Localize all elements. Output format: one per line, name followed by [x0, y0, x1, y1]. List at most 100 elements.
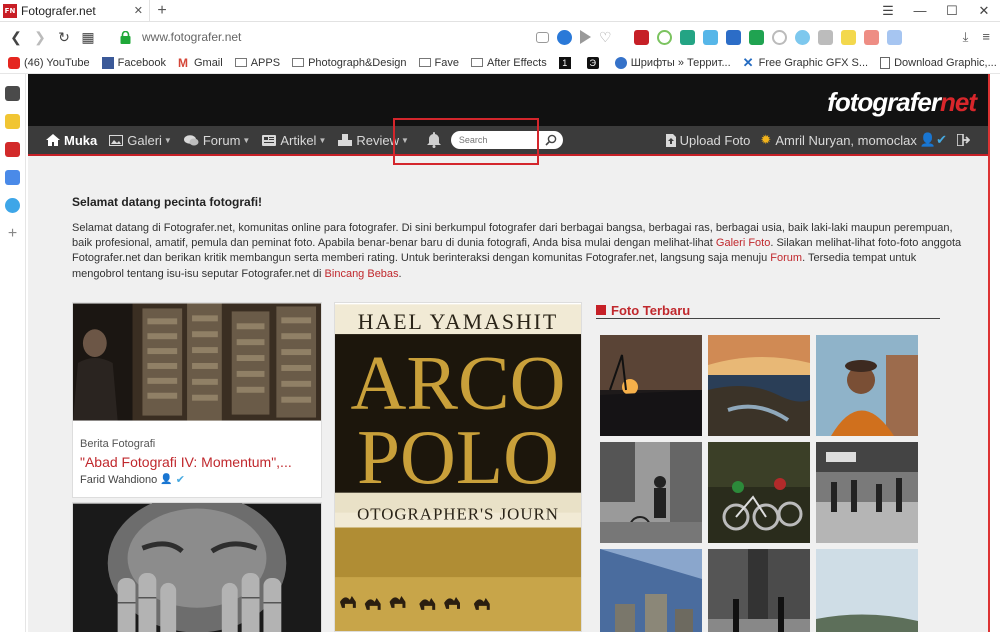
nav-galeri[interactable]: Galeri ▼: [109, 133, 172, 148]
article-photo: [73, 303, 321, 421]
photo-thumbnail[interactable]: [600, 549, 702, 632]
extension-grid-icon[interactable]: [703, 29, 718, 45]
bookmark-folder-aftereffects[interactable]: After Effects: [471, 57, 547, 69]
bookmark-gmail[interactable]: M Gmail: [178, 57, 223, 69]
notes-icon[interactable]: [5, 114, 20, 129]
browser-sidebar: +: [0, 74, 26, 632]
nav-forum[interactable]: Forum ▼: [183, 133, 251, 148]
extension-download-icon[interactable]: [726, 29, 741, 45]
lock-icon: [118, 30, 132, 44]
close-window-icon[interactable]: ✕: [968, 3, 1000, 19]
translate-icon[interactable]: [5, 170, 20, 185]
bookmark-folder-photodesign[interactable]: Photograph&Design: [292, 57, 407, 69]
photo-thumbnail[interactable]: [708, 442, 810, 543]
folder-icon: [418, 58, 431, 67]
extension-speed-icon[interactable]: [772, 29, 787, 45]
portrait-woman-photo: [816, 335, 918, 436]
extension-note-icon[interactable]: [841, 29, 856, 45]
chevron-down-icon: ▼: [242, 135, 251, 145]
bicycles-photo: [708, 442, 810, 543]
featured-book-card[interactable]: HAEL YAMASHIT ARCO POLO OTOGRAPHER'S JOU…: [334, 302, 582, 632]
settings-sliders-icon[interactable]: ≡: [982, 29, 990, 45]
new-tab-button[interactable]: +: [150, 0, 174, 21]
extension-teal-icon[interactable]: [680, 29, 695, 45]
bookmark-1[interactable]: 1: [558, 56, 575, 69]
bookmark-youtube[interactable]: (46) YouTube: [8, 56, 90, 69]
nav-user-area: Upload Foto ✹ Amril Nuryan, momoclax 👤 ✔: [665, 132, 988, 148]
twitter-icon[interactable]: [5, 198, 20, 213]
photo-thumbnail[interactable]: [600, 442, 702, 543]
instagram-icon[interactable]: [5, 86, 20, 101]
photo-thumbnail[interactable]: [816, 549, 918, 632]
galeri-foto-link[interactable]: Galeri Foto: [716, 237, 770, 249]
extensions-bar: ♡: [536, 29, 902, 45]
address-right-tools: ⤓ ≡: [963, 29, 1000, 45]
maximize-icon[interactable]: ☐: [936, 3, 968, 19]
extension-youtube-icon[interactable]: [864, 29, 879, 45]
forum-link[interactable]: Forum: [770, 252, 802, 264]
checkmark-icon: ✔: [936, 132, 947, 147]
cross-icon: ✕: [742, 54, 754, 70]
search-box: [450, 131, 563, 149]
bincang-bebas-link[interactable]: Bincang Bebas: [325, 268, 399, 280]
bookmark-folder-fave[interactable]: Fave: [418, 57, 459, 69]
home-icon: [46, 134, 60, 146]
url-field[interactable]: www.fotografer.net: [142, 30, 522, 44]
nav-artikel[interactable]: Artikel ▼: [262, 133, 326, 148]
nav-home[interactable]: Muka: [46, 133, 97, 148]
bookmark-e[interactable]: Э: [586, 56, 603, 69]
sunset-tree-photo: [600, 335, 702, 436]
reload-icon[interactable]: ↻: [52, 29, 76, 46]
minimize-icon[interactable]: —: [904, 3, 936, 18]
bookmark-facebook[interactable]: Facebook: [101, 56, 166, 69]
tab-title: Fotografer.net: [21, 3, 96, 18]
camera-icon[interactable]: [536, 31, 549, 43]
chevron-down-icon: ▼: [401, 135, 409, 145]
article-card-2[interactable]: [72, 502, 322, 632]
back-icon[interactable]: ❮: [4, 29, 28, 46]
download-icon[interactable]: ⤓: [963, 29, 969, 45]
bookmark-fonts[interactable]: Шрифты » Террит...: [614, 56, 731, 69]
site-favicon: FN: [3, 3, 17, 18]
photo-thumbnail[interactable]: [600, 335, 702, 436]
site-one-icon: 1: [558, 56, 571, 69]
logout-icon[interactable]: [957, 134, 974, 146]
heart-icon[interactable]: ♡: [599, 30, 614, 45]
extension-red-icon[interactable]: [634, 29, 649, 45]
forward-icon[interactable]: ❯: [28, 29, 52, 46]
shield-icon[interactable]: [557, 29, 572, 45]
photo-thumbnail[interactable]: [816, 442, 918, 543]
bookmark-downloadgraphic[interactable]: Download Graphic,...: [880, 56, 997, 69]
extension-green-icon[interactable]: [749, 29, 764, 45]
user-menu[interactable]: ✹ Amril Nuryan, momoclax 👤 ✔: [760, 132, 947, 148]
folder-icon: [292, 58, 305, 67]
tiles-icon[interactable]: ▦: [76, 29, 100, 46]
article-title[interactable]: "Abad Fotografi IV: Momentum",...: [80, 454, 320, 470]
send-icon[interactable]: [580, 30, 591, 44]
nav-review[interactable]: Review ▼: [338, 133, 409, 148]
close-tab-icon[interactable]: ✕: [134, 4, 143, 17]
photo-thumbnail[interactable]: [708, 335, 810, 436]
upload-photo-link[interactable]: Upload Foto: [665, 133, 750, 148]
bookmark-folder-apps[interactable]: APPS: [234, 57, 280, 69]
article-card[interactable]: Berita Fotografi "Abad Fotografi IV: Mom…: [72, 302, 322, 498]
youtube-icon[interactable]: [5, 142, 20, 157]
extension-translate-icon[interactable]: [887, 29, 902, 45]
site-logo[interactable]: fotografernet: [827, 87, 977, 118]
browser-tab[interactable]: FN Fotografer.net ✕: [0, 0, 150, 21]
extension-twitter-icon[interactable]: [795, 29, 810, 45]
bookmark-freegraphic[interactable]: ✕ Free Graphic GFX S...: [742, 54, 868, 70]
photo-thumbnail[interactable]: [708, 549, 810, 632]
photo-thumbnail[interactable]: [816, 335, 918, 436]
add-panel-icon[interactable]: +: [5, 226, 20, 242]
article-category: Berita Fotografi: [80, 438, 156, 450]
extension-gray-icon[interactable]: [818, 29, 833, 45]
chevron-down-icon: ▼: [318, 135, 327, 145]
article-author[interactable]: Farid Wahdiono 👤 ✔: [80, 473, 185, 487]
tab-menu-icon[interactable]: ☰: [872, 3, 904, 19]
search-icon[interactable]: [545, 134, 557, 146]
user-icon: 👤: [160, 474, 173, 485]
extension-ring-icon[interactable]: [657, 29, 672, 45]
checkmark-icon: ✔: [175, 474, 185, 486]
bell-icon[interactable]: [426, 132, 441, 148]
